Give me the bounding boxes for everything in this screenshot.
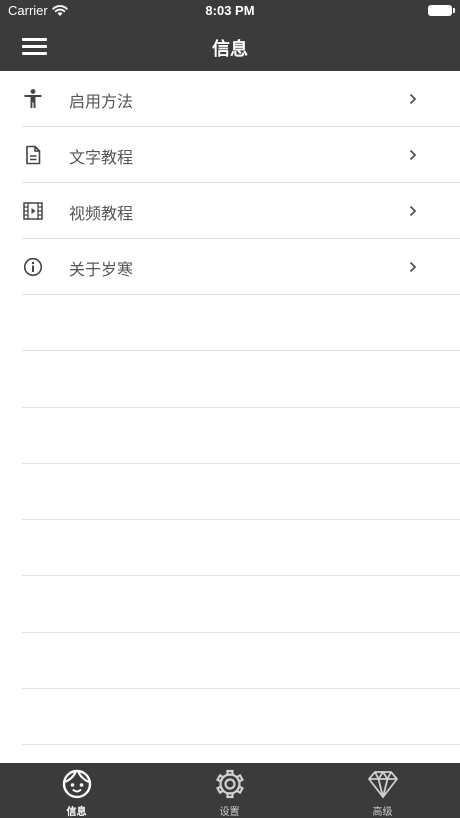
accessibility-icon — [24, 89, 42, 108]
status-bar: Carrier 8:03 PM — [0, 0, 460, 22]
menu-item-label: 视频教程 — [69, 204, 134, 223]
chevron-right-icon — [409, 93, 417, 105]
menu-item-label: 文字教程 — [69, 148, 134, 167]
menu-item-about[interactable]: 关于岁寒 — [0, 239, 460, 295]
menu-list: 启用方法 文字教程 视频教程 关于岁寒 — [0, 71, 460, 746]
gear-icon — [215, 769, 245, 799]
tab-label: 设置 — [219, 807, 240, 818]
video-film-icon — [23, 202, 43, 220]
status-time: 8:03 PM — [205, 3, 255, 18]
navigation-bar: 信息 — [0, 22, 460, 71]
menu-item-text-tutorial[interactable]: 文字教程 — [0, 127, 460, 183]
empty-row — [0, 295, 460, 352]
empty-row — [0, 633, 460, 690]
empty-row — [0, 351, 460, 408]
empty-row — [0, 520, 460, 577]
chevron-right-icon — [409, 149, 417, 161]
menu-item-video-tutorial[interactable]: 视频教程 — [0, 183, 460, 239]
face-icon — [62, 769, 92, 799]
tab-label: 高级 — [372, 807, 393, 818]
info-icon — [23, 257, 43, 277]
document-icon — [26, 145, 41, 165]
empty-row — [0, 689, 460, 746]
empty-row — [0, 464, 460, 521]
empty-row — [0, 576, 460, 634]
menu-item-label: 启用方法 — [69, 92, 134, 111]
tab-info[interactable]: 信息 — [0, 763, 153, 818]
battery-icon — [428, 5, 455, 16]
page-title: 信息 — [212, 39, 248, 60]
empty-row — [0, 408, 460, 465]
diamond-icon — [368, 771, 398, 798]
tab-advanced[interactable]: 高级 — [306, 763, 459, 818]
menu-item-label: 关于岁寒 — [69, 260, 134, 279]
chevron-right-icon — [409, 205, 417, 217]
tab-label: 信息 — [66, 807, 87, 818]
tab-settings[interactable]: 设置 — [153, 763, 306, 818]
menu-item-enable-method[interactable]: 启用方法 — [0, 71, 460, 127]
tab-bar: 信息 设置 高级 — [0, 763, 460, 818]
chevron-right-icon — [409, 261, 417, 273]
